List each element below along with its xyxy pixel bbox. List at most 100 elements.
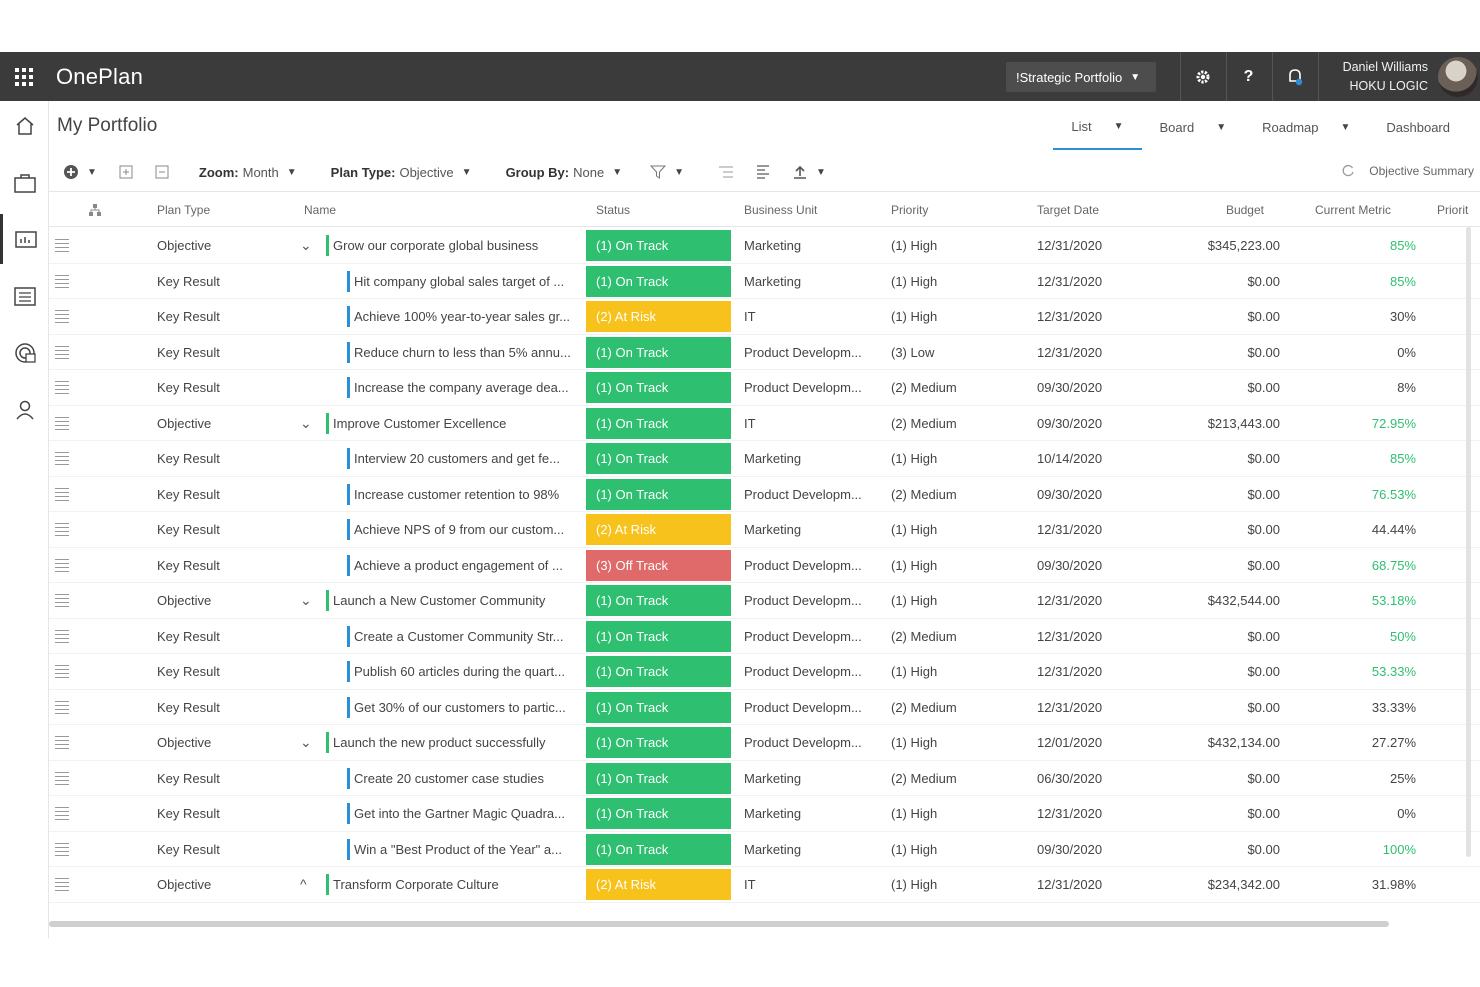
name-cell[interactable]: Increase customer retention to 98% bbox=[347, 483, 577, 505]
status-badge[interactable]: (1) On Track bbox=[586, 727, 731, 758]
chevron-down-icon[interactable]: ▼ bbox=[1216, 122, 1226, 133]
outline-button[interactable] bbox=[718, 166, 734, 178]
home-icon[interactable] bbox=[0, 101, 49, 151]
table-row[interactable]: Key Result Achieve NPS of 9 from our cust… bbox=[49, 512, 1480, 548]
portfolio-chart-icon[interactable] bbox=[0, 214, 49, 264]
drag-handle-icon[interactable] bbox=[55, 867, 69, 902]
filter-button[interactable]: ▼ bbox=[650, 165, 684, 179]
column-header-priority[interactable]: Priority bbox=[891, 192, 1011, 228]
drag-handle-icon[interactable] bbox=[55, 654, 69, 689]
status-badge[interactable]: (1) On Track bbox=[586, 691, 731, 723]
name-cell[interactable]: Reduce churn to less than 5% annu... bbox=[347, 341, 577, 363]
table-row[interactable]: Objective ^ Transform Corporate Culture (2)… bbox=[49, 867, 1480, 903]
help-icon[interactable]: ? bbox=[1226, 52, 1270, 101]
calendar-list-icon[interactable] bbox=[0, 271, 49, 321]
group-by-dropdown[interactable]: Group By: None ▼ bbox=[506, 165, 623, 180]
status-badge[interactable]: (1) On Track bbox=[586, 336, 731, 368]
table-row[interactable]: Key Result Get 30% of our customers to pa… bbox=[49, 690, 1480, 725]
status-badge[interactable]: (1) On Track bbox=[586, 265, 731, 297]
drag-handle-icon[interactable] bbox=[55, 832, 69, 867]
drag-handle-icon[interactable] bbox=[55, 548, 69, 583]
status-badge[interactable]: (1) On Track bbox=[586, 407, 731, 439]
tab-roadmap[interactable]: Roadmap ▼ bbox=[1244, 104, 1368, 150]
name-cell[interactable]: Achieve a product engagement of ... bbox=[347, 554, 577, 576]
drag-handle-icon[interactable] bbox=[55, 477, 69, 512]
name-cell[interactable]: Transform Corporate Culture bbox=[326, 874, 576, 895]
column-header-name[interactable]: Name bbox=[304, 192, 554, 228]
resource-icon[interactable] bbox=[0, 328, 49, 378]
vertical-scrollbar[interactable] bbox=[1466, 227, 1471, 857]
column-header-priority-truncated[interactable]: Priorit bbox=[1437, 192, 1480, 228]
table-row[interactable]: Key Result Increase the company average d… bbox=[49, 370, 1480, 406]
status-badge[interactable]: (1) On Track bbox=[586, 372, 731, 403]
table-row[interactable]: Key Result Increase customer retention to… bbox=[49, 477, 1480, 512]
tab-dashboard[interactable]: Dashboard bbox=[1368, 104, 1480, 150]
status-badge[interactable]: (1) On Track bbox=[586, 833, 731, 865]
name-cell[interactable]: Launch a New Customer Community bbox=[326, 590, 576, 611]
user-info[interactable]: Daniel Williams HOKU LOGIC bbox=[1318, 52, 1428, 101]
column-header-budget[interactable]: Budget bbox=[1159, 192, 1264, 228]
name-cell[interactable]: Publish 60 articles during the quart... bbox=[347, 661, 577, 682]
table-row[interactable]: Key Result Achieve 100% year-to-year sale… bbox=[49, 299, 1480, 335]
column-header-current-metric[interactable]: Current Metric bbox=[1315, 192, 1425, 228]
drag-handle-icon[interactable] bbox=[55, 406, 69, 441]
hierarchy-icon[interactable] bbox=[89, 192, 109, 230]
gear-icon[interactable] bbox=[1180, 52, 1224, 101]
waffle-icon[interactable] bbox=[0, 52, 48, 101]
expand-toggle-icon[interactable]: ⌄ bbox=[300, 583, 316, 618]
column-header-target-date[interactable]: Target Date bbox=[1037, 192, 1157, 228]
drag-handle-icon[interactable] bbox=[55, 264, 69, 299]
status-badge[interactable]: (2) At Risk bbox=[586, 514, 731, 545]
expand-toggle-icon[interactable]: ^ bbox=[300, 867, 316, 902]
drag-handle-icon[interactable] bbox=[55, 796, 69, 831]
status-badge[interactable]: (1) On Track bbox=[586, 230, 731, 261]
status-badge[interactable]: (1) On Track bbox=[586, 798, 731, 829]
name-cell[interactable]: Improve Customer Excellence bbox=[326, 412, 576, 434]
add-button[interactable]: ▼ bbox=[63, 164, 97, 180]
drag-handle-icon[interactable] bbox=[55, 370, 69, 405]
name-cell[interactable]: Launch the new product successfully bbox=[326, 732, 576, 753]
column-header-business-unit[interactable]: Business Unit bbox=[744, 192, 874, 228]
name-cell[interactable]: Get into the Gartner Magic Quadra... bbox=[347, 803, 577, 824]
name-cell[interactable]: Grow our corporate global business bbox=[326, 235, 576, 256]
person-icon[interactable] bbox=[0, 385, 49, 435]
chevron-down-icon[interactable]: ▼ bbox=[1114, 121, 1124, 132]
chevron-down-icon[interactable]: ▼ bbox=[1340, 122, 1350, 133]
avatar[interactable] bbox=[1438, 57, 1478, 97]
drag-handle-icon[interactable] bbox=[55, 619, 69, 654]
drag-handle-icon[interactable] bbox=[55, 512, 69, 547]
table-row[interactable]: Key Result Achieve a product engagement o… bbox=[49, 548, 1480, 583]
status-badge[interactable]: (1) On Track bbox=[586, 443, 731, 474]
table-row[interactable]: Objective ⌄ Launch the new product success… bbox=[49, 725, 1480, 761]
zoom-dropdown[interactable]: Zoom: Month ▼ bbox=[199, 165, 297, 180]
drag-handle-icon[interactable] bbox=[55, 441, 69, 476]
name-cell[interactable]: Win a "Best Product of the Year" a... bbox=[347, 838, 577, 860]
expand-all-button[interactable] bbox=[119, 165, 133, 179]
table-row[interactable]: Key Result Create 20 customer case studie… bbox=[49, 761, 1480, 796]
drag-handle-icon[interactable] bbox=[55, 228, 69, 263]
table-row[interactable]: Key Result Interview 20 customers and get… bbox=[49, 441, 1480, 477]
table-row[interactable]: Key Result Win a "Best Product of the Yea… bbox=[49, 832, 1480, 867]
column-header-plan-type[interactable]: Plan Type bbox=[157, 192, 277, 228]
table-row[interactable]: Key Result Get into the Gartner Magic Qua… bbox=[49, 796, 1480, 832]
export-button[interactable]: ▼ bbox=[792, 164, 826, 180]
name-cell[interactable]: Achieve NPS of 9 from our custom... bbox=[347, 519, 577, 540]
name-cell[interactable]: Achieve 100% year-to-year sales gr... bbox=[347, 306, 577, 327]
name-cell[interactable]: Increase the company average dea... bbox=[347, 377, 577, 398]
status-badge[interactable]: (1) On Track bbox=[586, 656, 731, 687]
tab-board[interactable]: Board ▼ bbox=[1142, 104, 1245, 150]
objective-summary-toggle[interactable]: Objective Summary bbox=[1341, 164, 1474, 178]
table-row[interactable]: Key Result Publish 60 articles during the… bbox=[49, 654, 1480, 690]
notification-bell-icon[interactable] bbox=[1272, 52, 1316, 101]
table-row[interactable]: Objective ⌄ Grow our corporate global busi… bbox=[49, 228, 1480, 264]
drag-handle-icon[interactable] bbox=[55, 761, 69, 796]
expand-toggle-icon[interactable]: ⌄ bbox=[300, 228, 316, 263]
drag-handle-icon[interactable] bbox=[55, 299, 69, 334]
table-row[interactable]: Objective ⌄ Launch a New Customer Communit… bbox=[49, 583, 1480, 619]
plan-type-dropdown[interactable]: Plan Type: Objective ▼ bbox=[331, 165, 472, 180]
name-cell[interactable]: Interview 20 customers and get fe... bbox=[347, 448, 577, 469]
column-header-status[interactable]: Status bbox=[596, 192, 716, 228]
drag-handle-icon[interactable] bbox=[55, 335, 69, 370]
expand-toggle-icon[interactable]: ⌄ bbox=[300, 725, 316, 760]
table-row[interactable]: Key Result Create a Customer Community St… bbox=[49, 619, 1480, 654]
